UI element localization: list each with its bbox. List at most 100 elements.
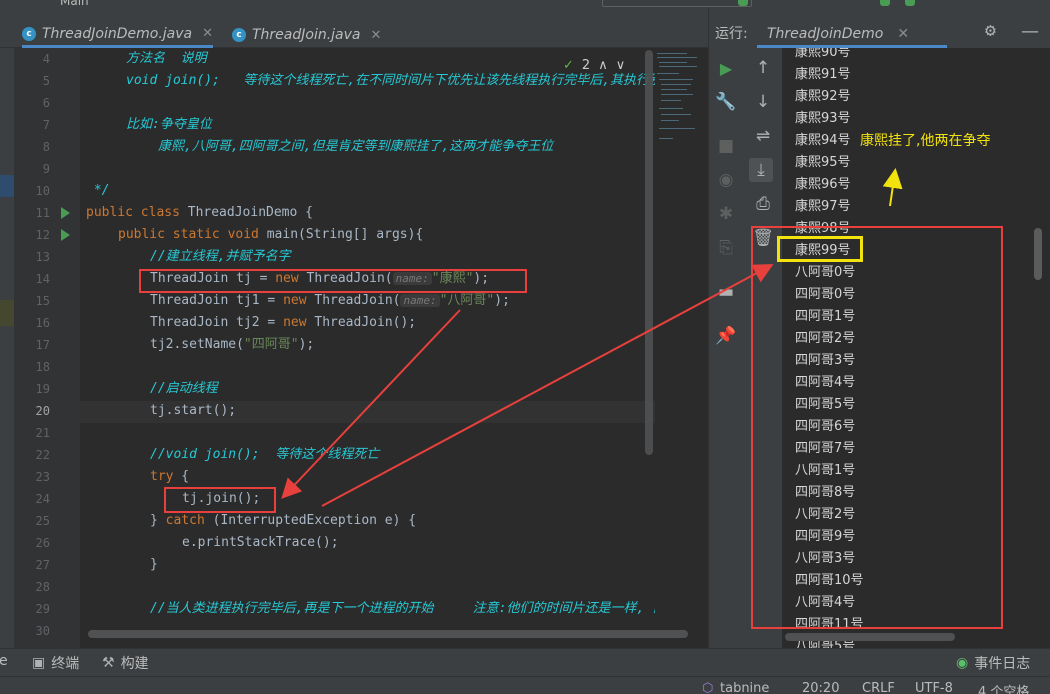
inspection-widget[interactable]: ✓ 2 ∧ ∨: [563, 58, 625, 73]
debug-bug-icon[interactable]: ✱: [714, 202, 738, 226]
check-icon: ✓: [563, 58, 574, 73]
code-line-8: 康熙,八阿哥,四阿哥之间,但是肯定等到康熙挂了,这两才能争夺王位: [158, 139, 554, 154]
highlight-box-console-output: [751, 226, 1003, 629]
run-tab-label: ThreadJoinDemo: [767, 25, 884, 42]
pin-icon[interactable]: 📌: [714, 324, 738, 348]
console-line: 康熙97号: [795, 199, 851, 214]
editor-vertical-scrollbar[interactable]: [645, 50, 653, 455]
chevron-up-icon[interactable]: ∧: [598, 58, 608, 73]
indent-setting[interactable]: 4 个空格: [978, 681, 1029, 694]
title-strip: Main: [0, 0, 1050, 8]
line-number: 7: [42, 118, 50, 132]
soft-wrap-icon[interactable]: ⇌: [751, 124, 775, 148]
code-minimap[interactable]: [655, 48, 708, 648]
stop-icon[interactable]: ■: [714, 134, 738, 158]
window-title: Main: [60, 0, 89, 8]
event-log-icon: ◉: [956, 655, 969, 671]
line-number: 30: [35, 624, 50, 638]
run-tab[interactable]: ThreadJoinDemo ✕: [757, 22, 947, 48]
run-gutter-icon[interactable]: [61, 207, 70, 219]
highlight-box-join-call: [164, 487, 276, 513]
event-log-label: 事件日志: [974, 656, 1031, 672]
project-highlight-marker: [0, 300, 14, 326]
wrench-icon[interactable]: 🔧: [714, 90, 738, 114]
terminal-label: 终端: [51, 656, 80, 672]
build-button[interactable]: ⚒ 构建: [102, 653, 149, 673]
console-line: 康熙90号: [795, 48, 851, 60]
close-icon[interactable]: ✕: [202, 26, 213, 41]
close-icon[interactable]: ✕: [371, 28, 382, 43]
line-number: 18: [35, 360, 50, 374]
tab-threadjoin[interactable]: c ThreadJoin.java ✕: [232, 22, 381, 48]
line-number: 12: [35, 228, 50, 242]
tool-window-fragment[interactable]: e: [0, 653, 8, 669]
code-editor[interactable]: 方法名 说明 void join(); 等待这个线程死亡,在不同时间片下优先让该…: [80, 48, 655, 648]
chevron-down-icon[interactable]: ∨: [616, 58, 626, 73]
print-icon[interactable]: ⎙: [751, 192, 775, 216]
line-number: 21: [35, 426, 50, 440]
line-number: 8: [42, 140, 50, 154]
run-config-selector[interactable]: [602, 0, 752, 7]
close-icon[interactable]: ✕: [897, 26, 909, 42]
code-line-12: public static void main(String[] args){: [118, 227, 424, 242]
line-number: 25: [35, 514, 50, 528]
cursor-position[interactable]: 20:20: [802, 681, 839, 694]
console-line: 康熙94号: [795, 133, 851, 148]
highlight-box-last-line: [777, 236, 863, 262]
console-line: 康熙92号: [795, 89, 851, 104]
exit-icon[interactable]: ⎘: [714, 236, 738, 260]
tabnine-label[interactable]: tabnine: [720, 681, 769, 694]
tool-window-bar: e ▣ 终端 ⚒ 构建 ◉ 事件日志: [0, 648, 1050, 676]
console-line: 康熙95号: [795, 155, 851, 170]
arrow-up-icon[interactable]: ↑: [751, 56, 775, 80]
hammer-icon: ⚒: [102, 655, 115, 671]
event-log-button[interactable]: ◉ 事件日志: [956, 653, 1030, 673]
console-horizontal-scrollbar[interactable]: [785, 633, 955, 641]
rerun-icon[interactable]: ▶: [714, 56, 738, 80]
debug-button[interactable]: [880, 0, 890, 6]
scroll-to-end-icon[interactable]: ⤓: [749, 158, 773, 182]
run-gutter-icon[interactable]: [61, 229, 70, 241]
java-class-icon: c: [22, 26, 36, 41]
line-number: 22: [35, 448, 50, 462]
line-number: 27: [35, 558, 50, 572]
minimize-icon[interactable]: —: [1021, 21, 1039, 42]
line-number: 19: [35, 382, 50, 396]
line-number: 28: [35, 580, 50, 594]
coverage-button[interactable]: [905, 0, 915, 6]
console-line: 康熙91号: [795, 67, 851, 82]
line-number: 23: [35, 470, 50, 484]
line-number: 14: [35, 272, 50, 286]
line-number: 4: [42, 52, 50, 66]
inspection-count: 2: [581, 58, 591, 73]
line-separator[interactable]: CRLF: [862, 681, 895, 694]
tab-threadjoindemo[interactable]: c ThreadJoinDemo.java ✕: [22, 22, 214, 48]
line-number: 6: [42, 96, 50, 110]
gear-icon[interactable]: ⚙: [985, 20, 996, 41]
line-number: 24: [35, 492, 50, 506]
tab-label: ThreadJoin.java: [252, 27, 361, 43]
code-line-11: public class ThreadJoinDemo {: [86, 205, 313, 220]
run-panel-header: 运行: ThreadJoinDemo ✕ ⚙ —: [708, 8, 1050, 48]
terminal-icon: ▣: [32, 655, 46, 671]
editor-tabs-bar: c ThreadJoinDemo.java ✕ c ThreadJoin.jav…: [0, 8, 708, 48]
code-line-10: */: [86, 183, 110, 198]
console-vertical-scrollbar[interactable]: [1034, 228, 1042, 280]
highlight-box-thread-creation: [139, 269, 527, 293]
console-line: 康熙93号: [795, 111, 851, 126]
line-number: 17: [35, 338, 50, 352]
file-encoding[interactable]: UTF-8: [915, 681, 953, 694]
layout-icon[interactable]: ▬: [714, 280, 738, 304]
line-number: 15: [35, 294, 50, 308]
camera-icon[interactable]: ◉: [714, 168, 738, 192]
editor-horizontal-scrollbar[interactable]: [88, 630, 688, 638]
arrow-down-icon[interactable]: ↓: [751, 90, 775, 114]
line-number: 13: [35, 250, 50, 264]
tab-label: ThreadJoinDemo.java: [42, 25, 193, 42]
terminal-button[interactable]: ▣ 终端: [32, 653, 79, 673]
code-line-27: }: [150, 557, 158, 572]
line-number: 26: [35, 536, 50, 550]
line-number: 9: [42, 162, 50, 176]
code-line-7: 比如:争夺皇位: [126, 117, 212, 132]
tabnine-icon[interactable]: ⬡: [702, 681, 713, 694]
